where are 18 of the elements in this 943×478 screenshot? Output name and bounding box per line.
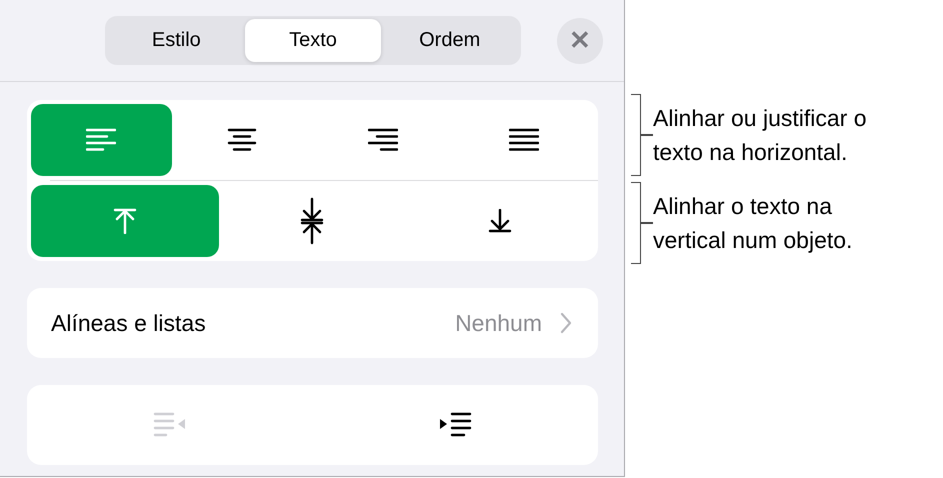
- indent-increase-icon: [438, 412, 472, 438]
- align-middle-icon: [300, 197, 324, 245]
- row-value: Nenhum: [455, 310, 542, 336]
- tab[interactable]: Ordem: [381, 19, 518, 62]
- callout-text: Alinhar o texto na vertical num objeto.: [653, 192, 852, 255]
- bullets-row[interactable]: Alíneas e listas Nenhum: [27, 288, 598, 358]
- align-right-icon: [368, 128, 398, 152]
- align-center-icon: [227, 128, 258, 152]
- callout-text: Alinhar ou justificar o texto na horizontal.: [653, 104, 866, 167]
- align-left-icon: [86, 128, 116, 152]
- align-justify-icon: [508, 128, 539, 152]
- tab[interactable]: Texto: [244, 19, 382, 62]
- row-label: Alíneas e listas: [51, 310, 207, 336]
- align-bottom-icon: [488, 209, 512, 233]
- chevron-icon: [560, 312, 572, 334]
- indent-decrease-icon: [152, 412, 187, 438]
- tab[interactable]: Estilo: [108, 19, 245, 62]
- align-top-icon: [112, 208, 137, 234]
